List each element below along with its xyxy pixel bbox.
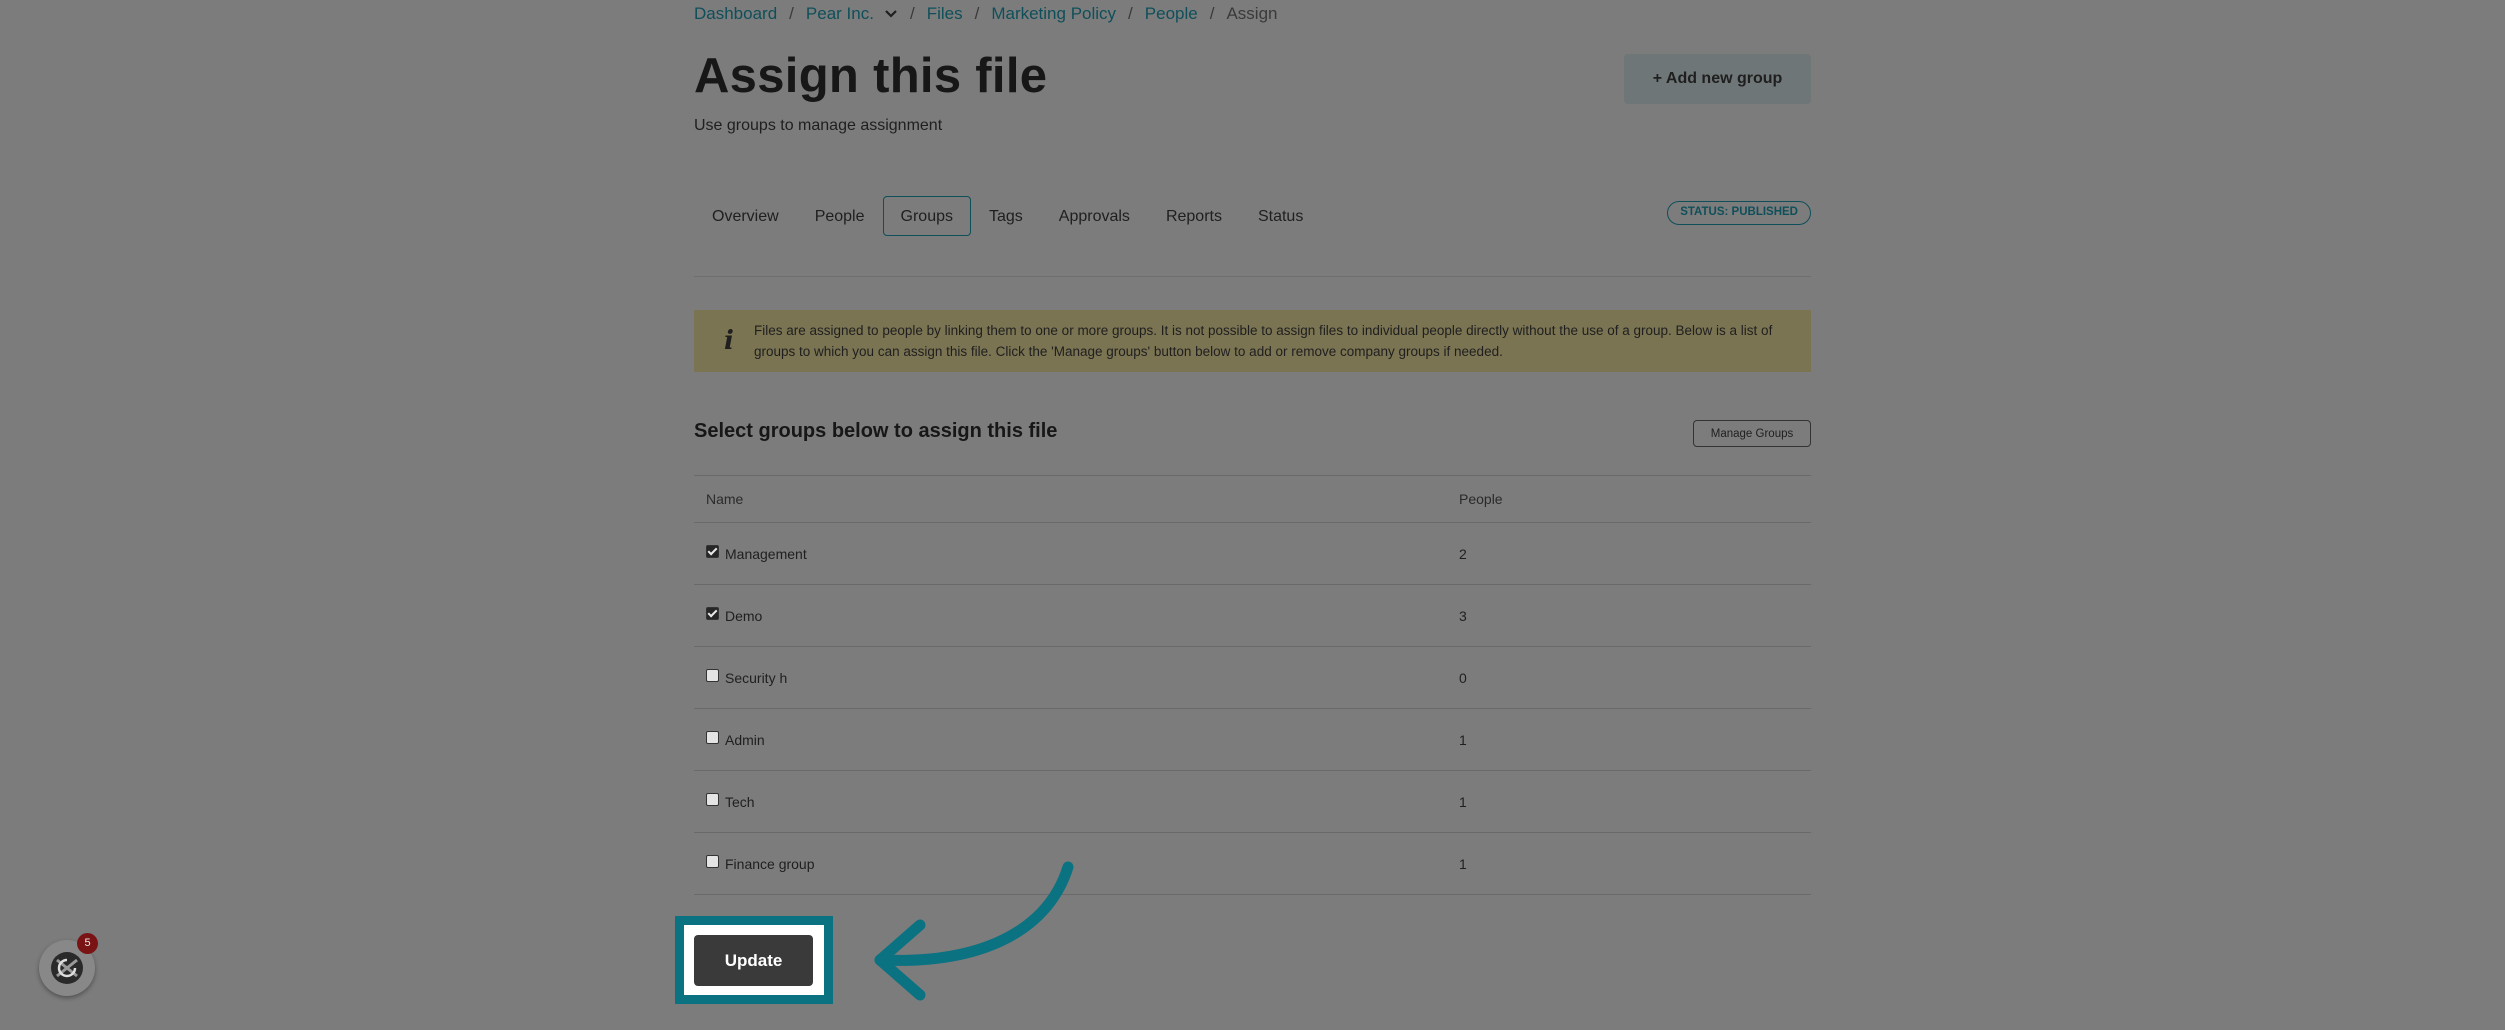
- table-header-row: Name People: [694, 475, 1811, 523]
- tab-bar: Overview People Groups Tags Approvals Re…: [694, 196, 1321, 236]
- info-banner: i Files are assigned to people by linkin…: [694, 310, 1811, 372]
- group-name: Finance group: [725, 855, 815, 872]
- tab-status[interactable]: Status: [1240, 196, 1321, 236]
- breadcrumb-people[interactable]: People: [1145, 4, 1198, 24]
- groups-section-title: Select groups below to assign this file: [694, 420, 1058, 442]
- breadcrumb-separator: /: [1209, 4, 1215, 23]
- tab-tags[interactable]: Tags: [971, 196, 1041, 236]
- group-name: Demo: [725, 607, 763, 624]
- group-people-count: 2: [1447, 522, 1811, 585]
- info-icon: i: [724, 326, 734, 356]
- breadcrumb: Dashboard / Pear Inc. / Files / Marketin…: [694, 4, 1277, 24]
- tab-groups[interactable]: Groups: [882, 196, 971, 236]
- table-row: Management 2: [694, 522, 1811, 585]
- breadcrumb-separator: /: [974, 4, 980, 23]
- group-checkbox[interactable]: [706, 731, 719, 744]
- logo-icon: [51, 952, 83, 984]
- group-checkbox[interactable]: [706, 545, 719, 558]
- group-checkbox[interactable]: [706, 793, 719, 806]
- page-subtitle: Use groups to manage assignment: [694, 117, 943, 134]
- table-row: Tech 1: [694, 770, 1811, 833]
- info-text: Files are assigned to people by linking …: [754, 323, 1773, 359]
- group-people-count: 0: [1447, 646, 1811, 709]
- group-checkbox[interactable]: [706, 669, 719, 682]
- group-name: Management: [725, 545, 807, 562]
- column-header-people: People: [1447, 475, 1811, 523]
- page-title: Assign this file: [694, 49, 1048, 103]
- status-badge: STATUS: PUBLISHED: [1667, 201, 1811, 225]
- breadcrumb-current: Assign: [1226, 4, 1278, 23]
- breadcrumb-company[interactable]: Pear Inc.: [806, 4, 874, 24]
- group-people-count: 1: [1447, 832, 1811, 895]
- tab-people[interactable]: People: [797, 196, 883, 236]
- group-checkbox[interactable]: [706, 607, 719, 620]
- breadcrumb-separator: /: [789, 4, 794, 23]
- breadcrumb-files[interactable]: Files: [927, 4, 963, 24]
- notification-badge: 5: [77, 933, 98, 954]
- group-name: Admin: [725, 731, 765, 748]
- table-row: Security h 0: [694, 646, 1811, 709]
- group-people-count: 1: [1447, 708, 1811, 771]
- pointer-arrow-icon: [874, 861, 1074, 1001]
- column-header-name: Name: [694, 475, 1447, 523]
- group-people-count: 3: [1447, 584, 1811, 647]
- manage-groups-button[interactable]: Manage Groups: [1693, 420, 1811, 447]
- breadcrumb-separator: /: [1128, 4, 1133, 23]
- breadcrumb-dashboard[interactable]: Dashboard: [694, 4, 777, 24]
- tab-overview[interactable]: Overview: [694, 196, 797, 236]
- chevron-down-icon[interactable]: [884, 9, 898, 19]
- tab-approvals[interactable]: Approvals: [1041, 196, 1148, 236]
- add-new-group-button[interactable]: + Add new group: [1624, 54, 1811, 104]
- breadcrumb-file[interactable]: Marketing Policy: [991, 4, 1116, 24]
- group-name: Security h: [725, 669, 788, 686]
- table-row: Admin 1: [694, 708, 1811, 771]
- groups-table: Name People Management 2 Demo 3 Security…: [694, 475, 1811, 895]
- group-checkbox[interactable]: [706, 855, 719, 868]
- tab-reports[interactable]: Reports: [1148, 196, 1240, 236]
- update-button[interactable]: Update: [694, 935, 813, 986]
- group-name: Tech: [725, 793, 755, 810]
- divider: [694, 276, 1811, 277]
- table-row: Demo 3: [694, 584, 1811, 647]
- breadcrumb-separator: /: [909, 4, 915, 23]
- group-people-count: 1: [1447, 770, 1811, 833]
